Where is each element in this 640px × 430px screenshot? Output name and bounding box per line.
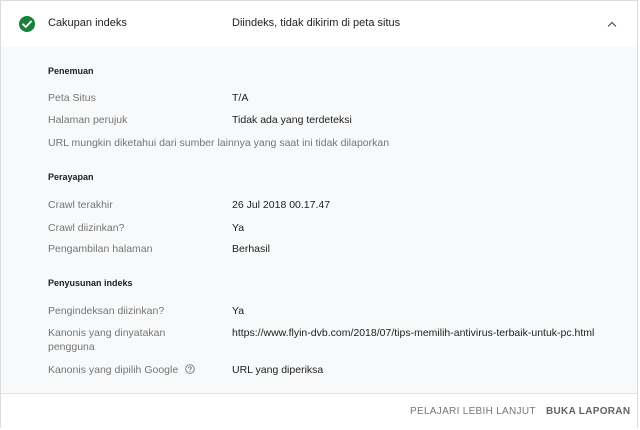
help-circle-icon[interactable]: [185, 364, 195, 374]
page-fetch-value: Berhasil: [232, 243, 270, 255]
google-canonical-label-text: Kanonis yang dipilih Google: [48, 364, 179, 376]
last-crawl-value: 26 Jul 2018 00.17.47: [232, 199, 331, 211]
coverage-header[interactable]: Cakupan indeks Diindeks, tidak dikirim d…: [1, 1, 637, 48]
sitemap-value: T/A: [232, 92, 249, 104]
indexing-allowed-value: Ya: [232, 305, 245, 317]
crawl-allowed-label: Crawl diizinkan?: [48, 222, 125, 234]
section-title-indexing: Penyusunan indeks: [48, 278, 133, 288]
user-canonical-label: Kanonis yang dinyatakan pengguna: [48, 326, 165, 354]
indexing-allowed-label: Pengindeksan diizinkan?: [48, 305, 165, 317]
coverage-details: Penemuan Peta Situs T/A Halaman perujuk …: [1, 47, 637, 393]
open-report-button[interactable]: BUKA LAPORAN: [546, 406, 630, 417]
learn-more-button[interactable]: PELAJARI LEBIH LANJUT: [410, 406, 536, 417]
user-canonical-label-line2: pengguna: [48, 341, 95, 353]
google-canonical-label: Kanonis yang dipilih Google: [48, 363, 195, 377]
coverage-footer: PELAJARI LEBIH LANJUT BUKA LAPORAN: [1, 393, 637, 430]
crawl-allowed-value: Ya: [232, 222, 245, 234]
referring-page-label: Halaman perujuk: [48, 114, 128, 126]
section-title-discovery: Penemuan: [48, 66, 94, 76]
section-title-crawl: Perayapan: [48, 172, 94, 182]
google-canonical-value: URL yang diperiksa: [232, 364, 324, 376]
chevron-up-icon[interactable]: [606, 18, 618, 30]
coverage-status: Diindeks, tidak dikirim di peta situs: [232, 17, 401, 29]
last-crawl-label: Crawl terakhir: [48, 199, 113, 211]
index-coverage-card: Cakupan indeks Diindeks, tidak dikirim d…: [0, 0, 638, 430]
coverage-title: Cakupan indeks: [48, 17, 127, 29]
page-fetch-label: Pengambilan halaman: [48, 243, 153, 255]
user-canonical-value: https://www.flyin-dvb.com/2018/07/tips-m…: [232, 327, 595, 339]
discovery-note: URL mungkin diketahui dari sumber lainny…: [48, 137, 390, 149]
sitemap-label: Peta Situs: [48, 92, 96, 104]
referring-page-value: Tidak ada yang terdeteksi: [232, 114, 352, 126]
check-circle-icon: [19, 16, 35, 32]
user-canonical-label-line1: Kanonis yang dinyatakan: [48, 327, 166, 339]
